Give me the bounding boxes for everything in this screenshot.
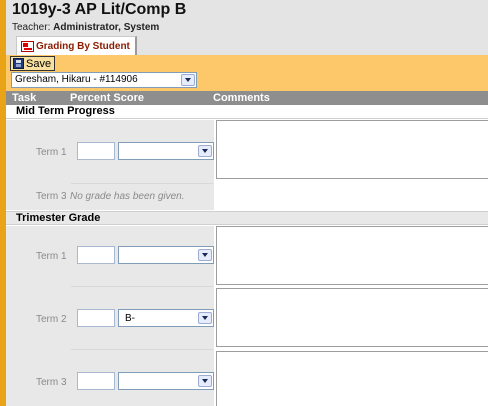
course-header: 1019y-3 AP Lit/Comp B Teacher: Administr… (6, 0, 488, 55)
teacher-label: Teacher: (12, 22, 51, 33)
student-select[interactable]: Gresham, Hikaru - #114906 (11, 72, 197, 88)
term-label: Term 1 (36, 147, 67, 158)
save-button[interactable]: Save (10, 56, 56, 71)
term-label: Term 2 (36, 314, 67, 325)
row-divider (71, 349, 213, 350)
grading-tab-icon (21, 40, 34, 52)
tab-grading-by-student[interactable]: Grading By Student (16, 36, 137, 55)
percent-input[interactable] (77, 309, 115, 327)
comment-textarea[interactable] (216, 351, 488, 406)
chevron-down-icon[interactable] (198, 375, 212, 387)
term-label: Term 1 (36, 251, 67, 262)
comment-textarea[interactable] (216, 288, 488, 347)
section-title: Mid Term Progress (16, 105, 115, 117)
chevron-down-icon[interactable] (198, 312, 212, 324)
grade-select[interactable] (118, 142, 214, 160)
save-label: Save (26, 57, 52, 70)
column-percent-score: Percent Score (70, 92, 144, 104)
no-grade-message: No grade has been given. (70, 191, 185, 202)
row-divider (71, 286, 213, 287)
teacher-name: Administrator, System (53, 22, 160, 33)
comment-textarea[interactable] (216, 226, 488, 285)
grade-select[interactable] (118, 246, 214, 264)
section-title: Trimester Grade (16, 212, 101, 224)
column-task: Task (12, 92, 37, 104)
percent-input[interactable] (77, 142, 115, 160)
row-divider (71, 183, 213, 184)
student-select-value: Gresham, Hikaru - #114906 (15, 74, 138, 85)
column-comments: Comments (213, 92, 270, 104)
percent-input[interactable] (77, 246, 115, 264)
teacher-line: Teacher: Administrator, System (12, 22, 159, 33)
comment-textarea[interactable] (216, 120, 488, 179)
section-trimester-grade: Trimester Grade (6, 211, 488, 225)
grade-select[interactable] (118, 372, 214, 390)
chevron-down-icon[interactable] (198, 145, 212, 157)
chevron-down-icon[interactable] (198, 249, 212, 261)
grading-frame: 1019y-3 AP Lit/Comp B Teacher: Administr… (6, 0, 488, 406)
percent-input[interactable] (77, 372, 115, 390)
section-mid-term-progress: Mid Term Progress (6, 105, 488, 119)
term-label: Term 3 (36, 191, 67, 202)
tab-label: Grading By Student (36, 40, 130, 52)
grade-select-value: B- (125, 313, 135, 324)
chevron-down-icon[interactable] (181, 74, 195, 86)
course-title: 1019y-3 AP Lit/Comp B (12, 1, 187, 18)
term-label: Term 3 (36, 377, 67, 388)
grade-select[interactable]: B- (118, 309, 214, 327)
column-header: Task Percent Score Comments (6, 91, 488, 105)
save-icon (13, 58, 24, 69)
